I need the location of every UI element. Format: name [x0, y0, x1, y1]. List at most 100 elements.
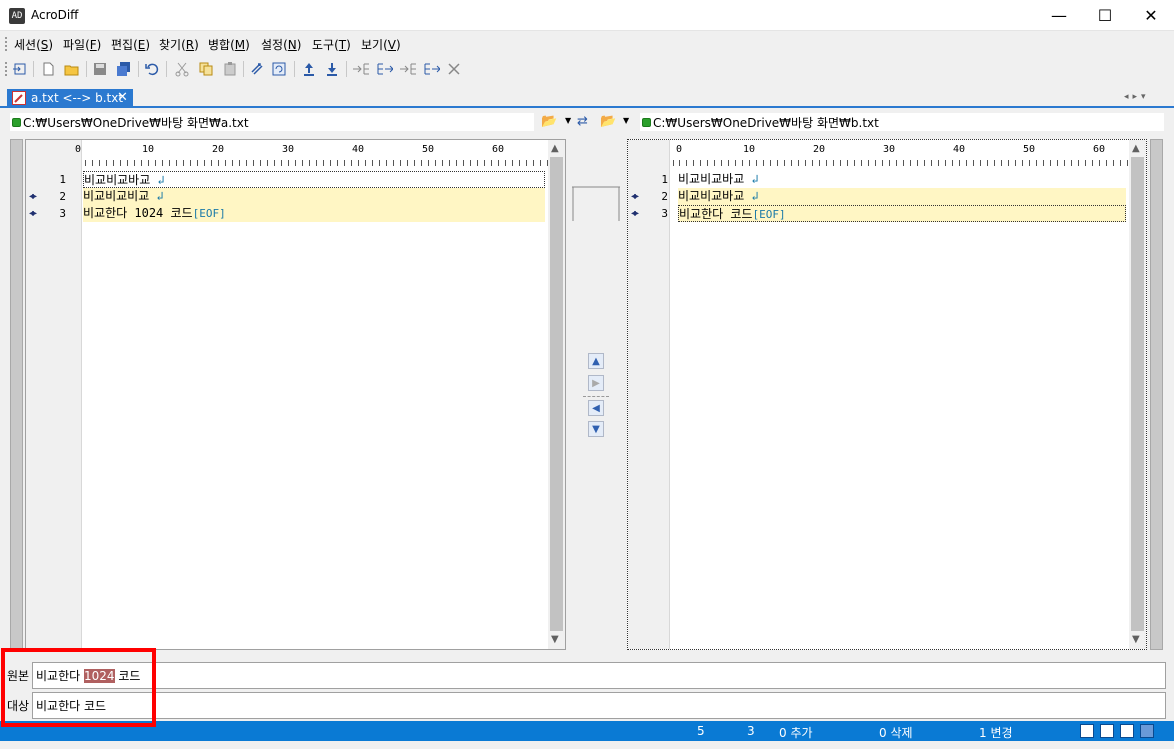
left-vertical-scrollbar[interactable]: ▲ ▼: [548, 140, 565, 649]
left-path-text: C:₩Users₩OneDrive₩바탕 화면₩a.txt: [23, 116, 249, 130]
right-path-text: C:₩Users₩OneDrive₩바탕 화면₩b.txt: [653, 116, 879, 130]
merge-right-icon[interactable]: [375, 60, 393, 78]
maximize-button[interactable]: ☐: [1082, 0, 1128, 31]
scroll-up-icon[interactable]: ▲: [1132, 143, 1140, 154]
tab-nav-arrows[interactable]: ◂▸▾: [1124, 92, 1150, 102]
line-number: 1: [59, 173, 66, 186]
app-logo-icon: AD: [9, 8, 25, 24]
left-line-2[interactable]: 비교비교비교 ↲: [83, 188, 545, 205]
diff-marker-icon: ◂▸: [631, 191, 639, 202]
tab-bar: [0, 88, 1174, 108]
left-open-dropdown-icon[interactable]: ▼: [565, 116, 571, 125]
copy-to-right-button[interactable]: ▶: [588, 375, 604, 391]
close-tab-icon[interactable]: ✕: [117, 90, 128, 105]
copy-to-left-button[interactable]: ◀: [588, 400, 604, 416]
right-vertical-scrollbar[interactable]: ▲ ▼: [1129, 140, 1146, 649]
toolbar: [0, 56, 1174, 82]
left-path-bar[interactable]: C:₩Users₩OneDrive₩바탕 화면₩a.txt: [10, 113, 534, 131]
menu-grip: [5, 37, 8, 51]
right-open-dropdown-icon[interactable]: ▼: [623, 116, 629, 125]
open-folder-icon[interactable]: [63, 60, 81, 78]
new-file-icon[interactable]: [39, 60, 57, 78]
right-ruler: 0 10 20 30 40 50 60: [671, 140, 1146, 168]
ruler-mark: 60: [1093, 144, 1106, 155]
left-line-3[interactable]: 비교한다 1024 코드[EOF]: [83, 205, 545, 222]
menu-find[interactable]: 찾기(R): [159, 36, 199, 53]
left-line-1[interactable]: 비교비교바교 ↲: [83, 171, 545, 188]
line-number: 1: [661, 173, 668, 186]
status-bar: 5 3 0 추가 0 삭제 1 변경: [0, 721, 1174, 741]
menu-merge[interactable]: 병합(M): [208, 36, 250, 53]
menu-tools[interactable]: 도구(T): [312, 36, 351, 53]
prev-diff-button[interactable]: ▲: [588, 353, 604, 369]
line-number: 2: [661, 190, 668, 203]
diff-marker-icon: ◂▸: [631, 208, 639, 219]
window-title: AcroDiff: [31, 8, 79, 22]
paste-icon[interactable]: [221, 60, 239, 78]
menu-session[interactable]: 세션(S): [14, 36, 53, 53]
left-ruler: 0 10 20 30 40 50 60: [75, 140, 565, 168]
right-line-1[interactable]: 비교비교바교 ↲: [678, 171, 1126, 188]
target-line-box[interactable]: 비교한다 코드: [32, 692, 1166, 719]
right-editor-pane[interactable]: 0 10 20 30 40 50 60 1 2 3 ◂▸ ◂▸ 비교비교바교 ↲…: [627, 139, 1147, 650]
scroll-up-icon[interactable]: ▲: [551, 143, 559, 154]
next-diff-button[interactable]: ▼: [588, 421, 604, 437]
merge-all-left-icon[interactable]: [399, 60, 417, 78]
tab-a-vs-b[interactable]: a.txt <--> b.txt ✕: [7, 89, 133, 108]
save-icon[interactable]: [91, 60, 109, 78]
ruler-mark: 0: [676, 144, 683, 155]
left-open-folder-icon[interactable]: 📂: [541, 114, 557, 129]
left-gutter-lines: 1 2 3 ◂▸ ◂▸: [26, 171, 82, 223]
ruler-mark: 50: [1023, 144, 1036, 155]
tab-label: a.txt <--> b.txt: [31, 91, 124, 105]
status-changed: 1 변경: [979, 726, 1013, 740]
toolbar-grip: [5, 62, 8, 76]
merge-left-icon[interactable]: [352, 60, 370, 78]
ruler-mark: 10: [743, 144, 756, 155]
ruler-mark: 0: [75, 144, 82, 155]
close-window-button[interactable]: ✕: [1128, 0, 1174, 31]
diff-marker-icon: ◂▸: [29, 208, 37, 219]
right-line-3[interactable]: 비교한다 코드[EOF]: [678, 205, 1126, 222]
right-location-bar[interactable]: [1150, 139, 1163, 650]
view-mode-d-icon[interactable]: [1140, 724, 1154, 738]
download-icon[interactable]: [323, 60, 341, 78]
save-all-icon[interactable]: [115, 60, 133, 78]
copy-icon[interactable]: [197, 60, 215, 78]
new-session-icon[interactable]: [11, 60, 29, 78]
menu-file[interactable]: 파일(F): [63, 36, 101, 53]
right-open-folder-icon[interactable]: 📂: [600, 114, 616, 129]
upload-icon[interactable]: [300, 60, 318, 78]
right-gutter-lines: 1 2 3 ◂▸ ◂▸: [628, 171, 670, 223]
diff-connector: [572, 186, 620, 222]
swap-paths-icon[interactable]: ⇄: [577, 114, 588, 129]
refresh-icon[interactable]: [270, 60, 288, 78]
minimize-button[interactable]: —: [1036, 0, 1082, 31]
view-mode-c-icon[interactable]: [1120, 724, 1134, 738]
status-line: 5: [697, 724, 705, 738]
nav-divider: [583, 396, 609, 397]
left-location-bar[interactable]: [10, 139, 23, 650]
view-mode-b-icon[interactable]: [1100, 724, 1114, 738]
scroll-thumb[interactable]: [550, 157, 563, 631]
scroll-thumb[interactable]: [1131, 157, 1144, 631]
menu-settings[interactable]: 설정(N): [261, 36, 301, 53]
right-line-2[interactable]: 비교비교바교 ↲: [678, 188, 1126, 205]
right-path-bar[interactable]: C:₩Users₩OneDrive₩바탕 화면₩b.txt: [640, 113, 1164, 131]
menu-edit[interactable]: 편집(E): [111, 36, 150, 53]
left-editor-pane[interactable]: 0 10 20 30 40 50 60 1 2 3 ◂▸ ◂▸ 비교비교바교 ↲…: [25, 139, 566, 650]
line-number: 3: [59, 207, 66, 220]
swap-files-icon[interactable]: [248, 60, 266, 78]
status-column: 3: [747, 724, 755, 738]
line-number: 3: [661, 207, 668, 220]
source-line-box[interactable]: 비교한다 1024 코드: [32, 662, 1166, 689]
undo-icon[interactable]: [143, 60, 161, 78]
clear-icon[interactable]: [445, 60, 463, 78]
scroll-down-icon[interactable]: ▼: [551, 634, 559, 645]
merge-all-right-icon[interactable]: [422, 60, 440, 78]
scroll-down-icon[interactable]: ▼: [1132, 634, 1140, 645]
diff-marker-icon: ◂▸: [29, 191, 37, 202]
cut-icon[interactable]: [173, 60, 191, 78]
view-mode-a-icon[interactable]: [1080, 724, 1094, 738]
menu-view[interactable]: 보기(V): [361, 36, 401, 53]
